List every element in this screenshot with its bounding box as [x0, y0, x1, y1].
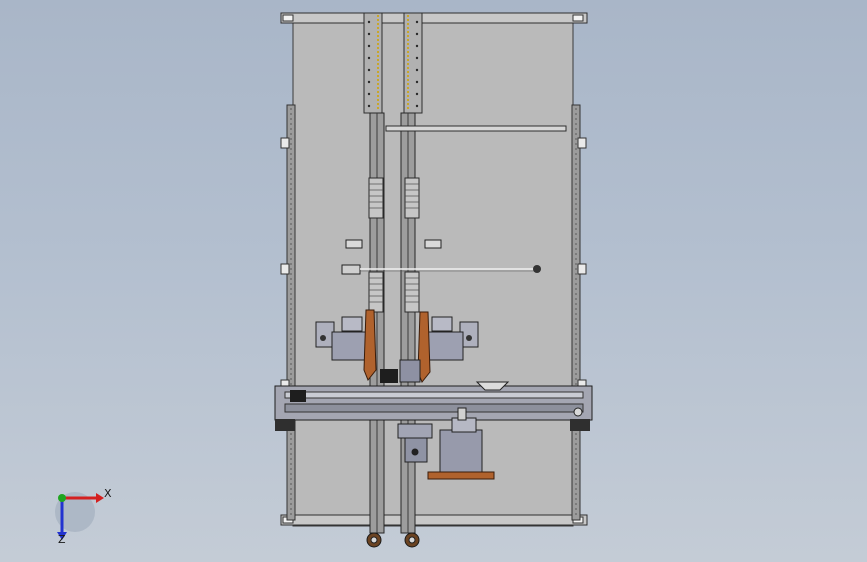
- top-rail: [280, 12, 588, 24]
- bottom-rail: [280, 514, 588, 526]
- axis-x-label: X: [104, 487, 112, 500]
- top-crossbar: [385, 125, 567, 132]
- bottom-wheels: [366, 532, 420, 548]
- left-side-strip: [286, 104, 296, 521]
- axis-y-point-icon: [58, 494, 66, 502]
- back-plate: [292, 17, 574, 527]
- axis-z-label: Z: [58, 533, 66, 546]
- orange-base-plate: [427, 471, 495, 480]
- cad-viewport[interactable]: X Z: [0, 0, 867, 562]
- right-side-strip: [571, 104, 581, 521]
- coordinate-triad: X Z: [55, 487, 112, 546]
